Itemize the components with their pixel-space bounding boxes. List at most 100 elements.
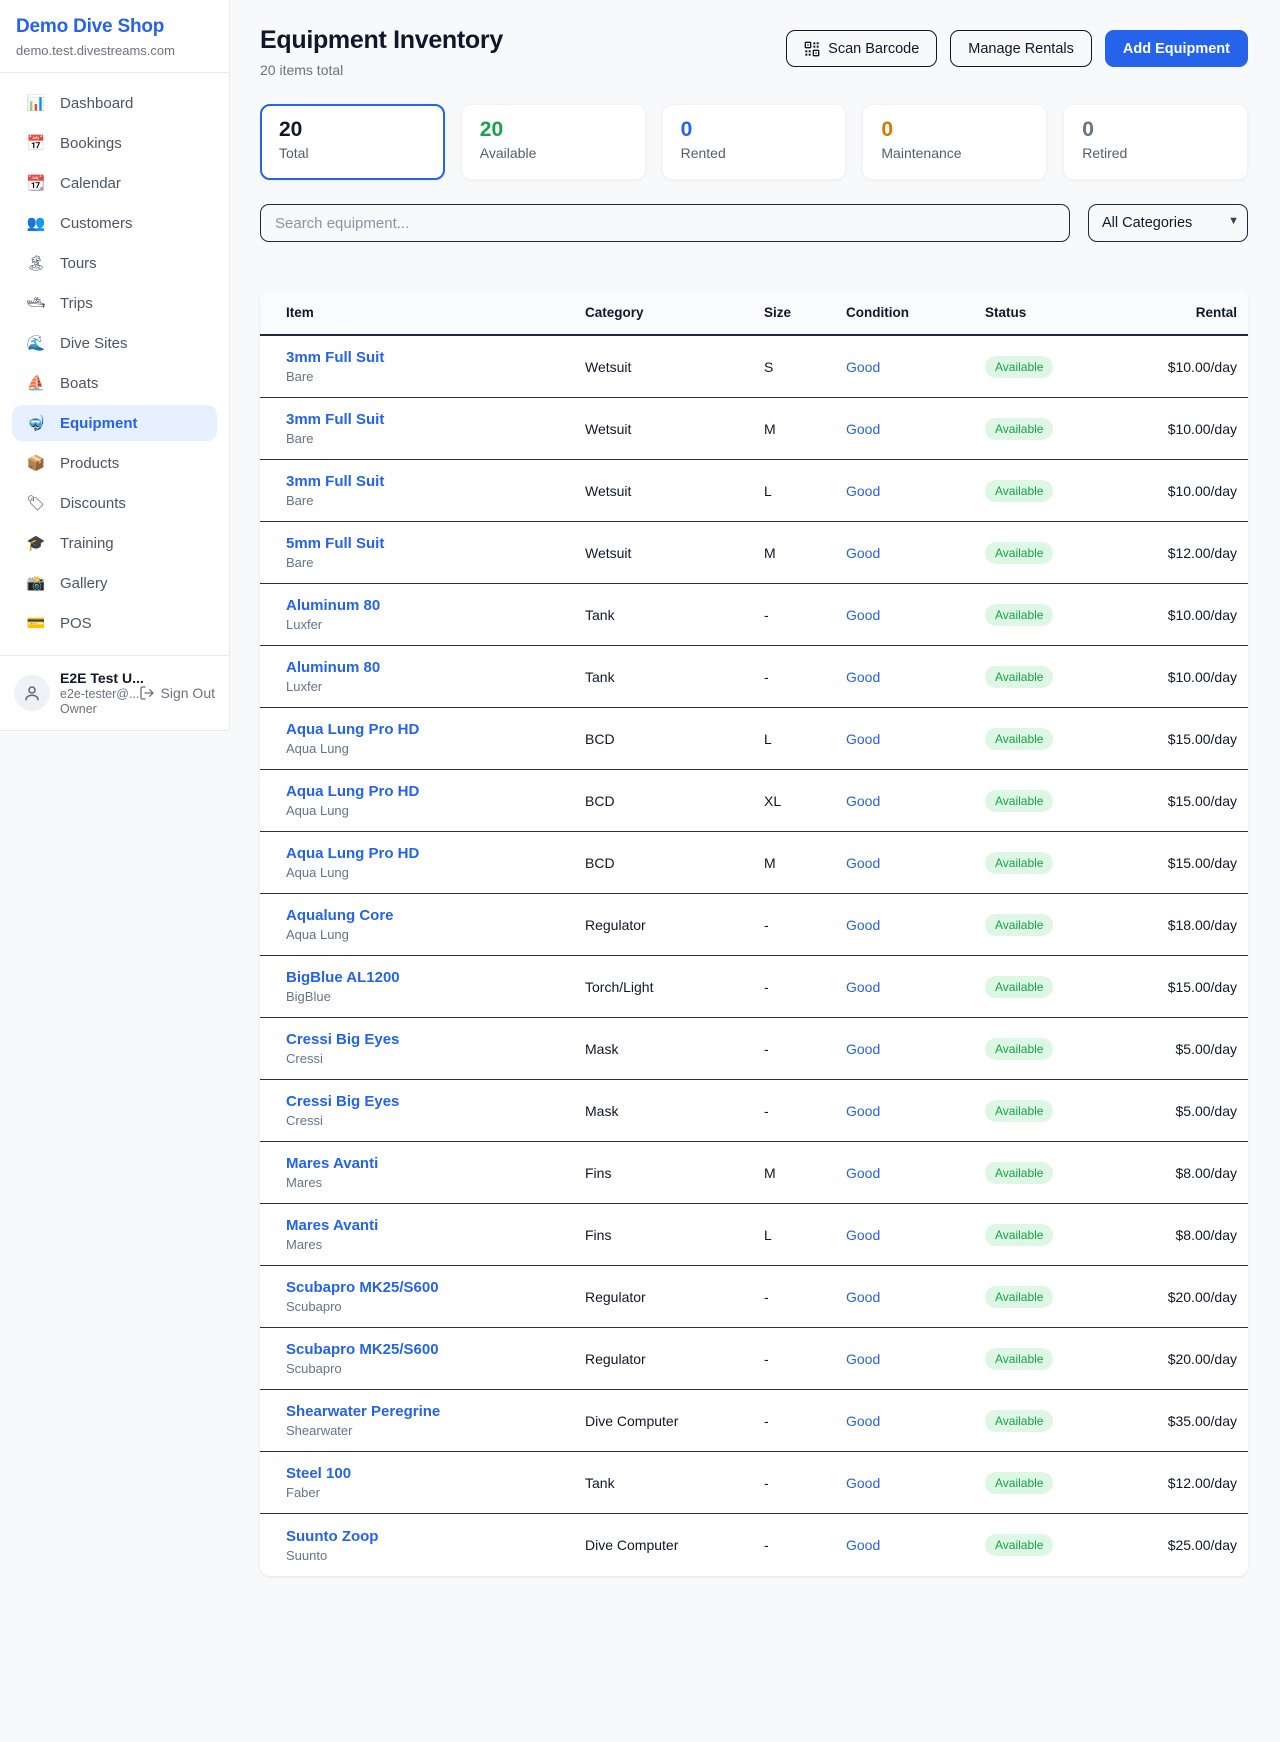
sidebar-item-trips[interactable]: 🛥 Trips bbox=[12, 285, 217, 321]
item-name-link[interactable]: 3mm Full Suit bbox=[286, 411, 384, 428]
item-condition-link[interactable]: Good bbox=[846, 1351, 880, 1367]
manage-rentals-button[interactable]: Manage Rentals bbox=[950, 30, 1092, 67]
sidebar-item-boats[interactable]: ⛵ Boats bbox=[12, 365, 217, 401]
item-name-link[interactable]: Aqua Lung Pro HD bbox=[286, 845, 419, 862]
sidebar-item-training[interactable]: 🎓 Training bbox=[12, 525, 217, 561]
item-name-link[interactable]: Aqualung Core bbox=[286, 907, 394, 924]
sidebar: Demo Dive Shop demo.test.divestreams.com… bbox=[0, 0, 230, 731]
sidebar-item-equipment[interactable]: 🤿 Equipment bbox=[12, 405, 217, 441]
status-badge: Available bbox=[985, 1100, 1053, 1122]
sidebar-item-pos[interactable]: 💳 POS bbox=[12, 605, 217, 641]
item-rental: $25.00/day bbox=[1135, 1537, 1237, 1553]
item-name-link[interactable]: Cressi Big Eyes bbox=[286, 1031, 399, 1048]
stats-row: 20 Total 20 Available 0 Rented 0 Mainten… bbox=[260, 104, 1248, 180]
item-condition-link[interactable]: Good bbox=[846, 669, 880, 685]
calendar-icon: 📅 bbox=[26, 134, 46, 152]
scan-barcode-button[interactable]: Scan Barcode bbox=[786, 30, 937, 67]
item-name-link[interactable]: 3mm Full Suit bbox=[286, 473, 384, 490]
item-name-link[interactable]: Cressi Big Eyes bbox=[286, 1093, 399, 1110]
item-condition-link[interactable]: Good bbox=[846, 731, 880, 747]
add-equipment-button[interactable]: Add Equipment bbox=[1105, 30, 1248, 67]
item-rental: $20.00/day bbox=[1135, 1289, 1237, 1305]
sidebar-item-dashboard[interactable]: 📊 Dashboard bbox=[12, 85, 217, 121]
item-condition-link[interactable]: Good bbox=[846, 545, 880, 561]
item-condition-link[interactable]: Good bbox=[846, 979, 880, 995]
brand-title[interactable]: Demo Dive Shop bbox=[16, 16, 213, 38]
sign-out-label: Sign Out bbox=[161, 685, 215, 701]
item-rental: $5.00/day bbox=[1135, 1103, 1237, 1119]
sidebar-item-label: Tours bbox=[60, 255, 97, 272]
item-condition-link[interactable]: Good bbox=[846, 607, 880, 623]
item-category: Torch/Light bbox=[585, 979, 764, 995]
stat-card-total[interactable]: 20 Total bbox=[260, 104, 445, 180]
status-badge: Available bbox=[985, 1224, 1053, 1246]
item-name-link[interactable]: Aqua Lung Pro HD bbox=[286, 783, 419, 800]
item-name-link[interactable]: Scubapro MK25/S600 bbox=[286, 1341, 439, 1358]
sidebar-item-customers[interactable]: 👥 Customers bbox=[12, 205, 217, 241]
sidebar-item-calendar[interactable]: 📆 Calendar bbox=[12, 165, 217, 201]
sidebar-item-products[interactable]: 📦 Products bbox=[12, 445, 217, 481]
item-rental: $12.00/day bbox=[1135, 1475, 1237, 1491]
item-condition-link[interactable]: Good bbox=[846, 483, 880, 499]
item-name-link[interactable]: Aqua Lung Pro HD bbox=[286, 721, 419, 738]
island-icon: 🏝 bbox=[26, 254, 46, 272]
item-condition-link[interactable]: Good bbox=[846, 421, 880, 437]
stat-label: Retired bbox=[1082, 145, 1229, 161]
user-panel: E2E Test U... e2e-tester@... Owner Sign … bbox=[0, 655, 229, 730]
sidebar-item-dive-sites[interactable]: 🌊 Dive Sites bbox=[12, 325, 217, 361]
item-name-link[interactable]: 3mm Full Suit bbox=[286, 349, 384, 366]
item-category: BCD bbox=[585, 855, 764, 871]
user-name: E2E Test U... bbox=[60, 670, 129, 686]
column-header-item: Item bbox=[286, 305, 585, 320]
item-condition-link[interactable]: Good bbox=[846, 917, 880, 933]
sidebar-item-gallery[interactable]: 📸 Gallery bbox=[12, 565, 217, 601]
item-condition-link[interactable]: Good bbox=[846, 1537, 880, 1553]
barcode-scan-icon bbox=[804, 41, 820, 57]
sidebar-item-label: Trips bbox=[60, 295, 93, 312]
item-condition-link[interactable]: Good bbox=[846, 1227, 880, 1243]
item-condition-link[interactable]: Good bbox=[846, 1289, 880, 1305]
item-name-link[interactable]: Shearwater Peregrine bbox=[286, 1403, 440, 1420]
item-name-link[interactable]: Mares Avanti bbox=[286, 1155, 378, 1172]
item-name-link[interactable]: Suunto Zoop bbox=[286, 1528, 378, 1545]
stat-card-available[interactable]: 20 Available bbox=[461, 104, 646, 180]
sidebar-item-discounts[interactable]: 🏷 Discounts bbox=[12, 485, 217, 521]
stat-value: 0 bbox=[681, 118, 828, 142]
item-brand: Cressi bbox=[286, 1051, 585, 1066]
table-row: 5mm Full Suit Bare Wetsuit M Good Availa… bbox=[260, 522, 1248, 584]
category-select[interactable]: All Categories bbox=[1088, 204, 1248, 242]
item-name-link[interactable]: BigBlue AL1200 bbox=[286, 969, 400, 986]
person-icon bbox=[23, 684, 41, 702]
item-name-link[interactable]: Mares Avanti bbox=[286, 1217, 378, 1234]
item-condition-link[interactable]: Good bbox=[846, 1103, 880, 1119]
item-condition-link[interactable]: Good bbox=[846, 1475, 880, 1491]
item-name-link[interactable]: 5mm Full Suit bbox=[286, 535, 384, 552]
sign-out-button[interactable]: Sign Out bbox=[139, 685, 215, 701]
item-brand: Scubapro bbox=[286, 1361, 585, 1376]
item-name-link[interactable]: Aluminum 80 bbox=[286, 597, 380, 614]
item-brand: Shearwater bbox=[286, 1423, 585, 1438]
table-row: Cressi Big Eyes Cressi Mask - Good Avail… bbox=[260, 1080, 1248, 1142]
stat-card-rented[interactable]: 0 Rented bbox=[662, 104, 847, 180]
user-role: Owner bbox=[60, 702, 129, 716]
item-name-link[interactable]: Aluminum 80 bbox=[286, 659, 380, 676]
item-rental: $20.00/day bbox=[1135, 1351, 1237, 1367]
item-condition-link[interactable]: Good bbox=[846, 359, 880, 375]
item-condition-link[interactable]: Good bbox=[846, 793, 880, 809]
sidebar-item-bookings[interactable]: 📅 Bookings bbox=[12, 125, 217, 161]
stat-card-retired[interactable]: 0 Retired bbox=[1063, 104, 1248, 180]
bar-chart-icon: 📊 bbox=[26, 94, 46, 112]
search-input[interactable] bbox=[260, 204, 1070, 242]
table-row: Mares Avanti Mares Fins M Good Available… bbox=[260, 1142, 1248, 1204]
item-condition-link[interactable]: Good bbox=[846, 1413, 880, 1429]
wave-icon: 🌊 bbox=[26, 334, 46, 352]
item-condition-link[interactable]: Good bbox=[846, 1165, 880, 1181]
item-name-link[interactable]: Scubapro MK25/S600 bbox=[286, 1279, 439, 1296]
item-name-link[interactable]: Steel 100 bbox=[286, 1465, 351, 1482]
item-condition-link[interactable]: Good bbox=[846, 1041, 880, 1057]
stat-card-maintenance[interactable]: 0 Maintenance bbox=[862, 104, 1047, 180]
item-rental: $15.00/day bbox=[1135, 731, 1237, 747]
sidebar-item-tours[interactable]: 🏝 Tours bbox=[12, 245, 217, 281]
item-condition-link[interactable]: Good bbox=[846, 855, 880, 871]
item-size: - bbox=[764, 1289, 846, 1305]
